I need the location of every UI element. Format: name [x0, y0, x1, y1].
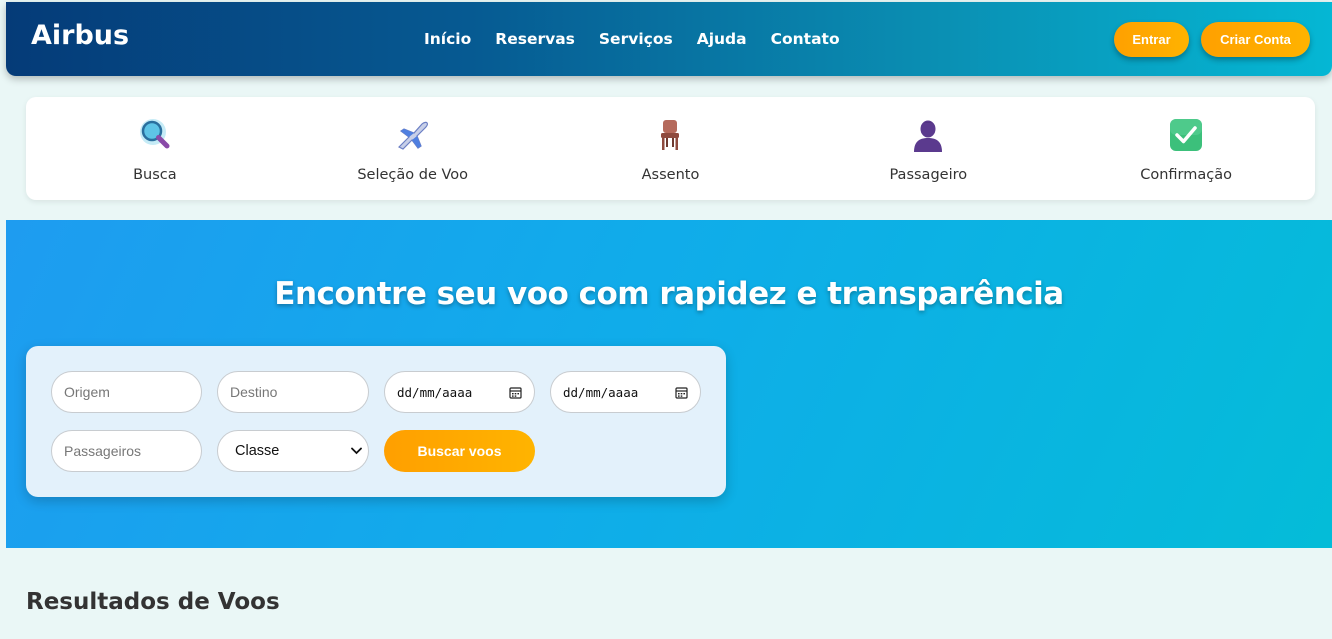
search-flights-button[interactable]: Buscar voos — [384, 430, 535, 472]
origin-input[interactable] — [51, 371, 202, 413]
departure-date-input[interactable]: dd/mm/aaaa — [384, 371, 535, 413]
nav-link-contato[interactable]: Contato — [771, 30, 840, 48]
main-nav: Início Reservas Serviços Ajuda Contato — [424, 30, 864, 48]
chevron-down-icon — [351, 447, 362, 455]
nav-link-servicos[interactable]: Serviços — [599, 30, 673, 48]
nav-link-inicio[interactable]: Início — [424, 30, 471, 48]
step-label-selecao-de-voo: Seleção de Voo — [357, 167, 469, 183]
flight-search-form: dd/mm/aaaa dd/mm/aaaa Classe Bu — [26, 346, 726, 497]
step-label-assento: Assento — [641, 167, 700, 183]
passengers-input[interactable] — [51, 430, 202, 472]
checkmark-icon — [1170, 119, 1203, 151]
step-busca[interactable]: Busca — [26, 97, 284, 200]
class-select[interactable]: Classe — [217, 430, 369, 472]
step-label-passageiro: Passageiro — [889, 167, 968, 183]
chair-icon — [661, 120, 680, 150]
step-label-confirmacao: Confirmação — [1140, 167, 1232, 183]
passenger-icon — [914, 120, 943, 152]
logo[interactable]: Airbus — [31, 20, 129, 51]
nav-link-reservas[interactable]: Reservas — [495, 30, 575, 48]
calendar-icon[interactable] — [509, 386, 522, 399]
return-date-input[interactable]: dd/mm/aaaa — [550, 371, 701, 413]
results-title: Resultados de Voos — [26, 589, 280, 615]
step-label-busca: Busca — [133, 167, 177, 183]
airplane-icon — [397, 121, 428, 150]
signup-button[interactable]: Criar Conta — [1201, 22, 1310, 57]
login-button[interactable]: Entrar — [1114, 22, 1189, 57]
destination-input[interactable] — [217, 371, 369, 413]
hero-title: Encontre seu voo com rapidez e transparê… — [274, 276, 1064, 312]
step-selecao-de-voo[interactable]: Seleção de Voo — [284, 97, 542, 200]
return-date-value: dd/mm/aaaa — [563, 384, 639, 400]
departure-date-value: dd/mm/aaaa — [397, 384, 473, 400]
calendar-icon[interactable] — [675, 386, 688, 399]
hero-section: Encontre seu voo com rapidez e transparê… — [6, 220, 1332, 548]
class-select-value: Classe — [235, 443, 280, 459]
top-header: Airbus Início Reservas Serviços Ajuda Co… — [6, 2, 1332, 76]
booking-steps: Busca Seleção de Voo Assento Passageiro — [26, 97, 1315, 200]
step-assento[interactable]: Assento — [542, 97, 800, 200]
magnifier-icon — [139, 119, 170, 149]
nav-link-ajuda[interactable]: Ajuda — [697, 30, 747, 48]
step-passageiro[interactable]: Passageiro — [799, 97, 1057, 200]
step-confirmacao[interactable]: Confirmação — [1057, 97, 1315, 200]
